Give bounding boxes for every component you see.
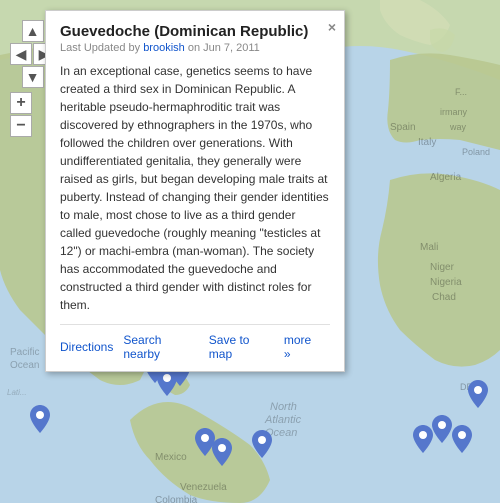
svg-text:Nigeria: Nigeria [430,277,462,288]
meta-user-link[interactable]: brookish [143,42,185,54]
svg-text:Atlantic: Atlantic [264,414,302,426]
svg-text:Mexico: Mexico [155,452,187,463]
svg-text:Spain: Spain [390,122,416,133]
close-button[interactable]: × [328,19,336,35]
svg-text:way: way [449,122,467,132]
info-meta: Last Updated by brookish on Jun 7, 2011 [60,42,330,54]
svg-text:Italy: Italy [418,137,436,148]
save-to-map-link[interactable]: Save to map [209,333,274,361]
map-marker[interactable] [432,415,452,446]
svg-text:F...: F... [455,87,467,97]
svg-text:Colombia: Colombia [155,495,198,503]
map-marker[interactable] [30,405,50,436]
info-actions: Directions Search nearby Save to map mor… [60,324,330,361]
svg-text:Mali: Mali [420,242,438,253]
search-nearby-link[interactable]: Search nearby [123,333,198,361]
svg-text:Niger: Niger [430,262,455,273]
more-link[interactable]: more » [284,333,320,361]
svg-text:Pacific: Pacific [10,347,39,358]
svg-text:Algeria: Algeria [430,172,462,183]
pan-down-button[interactable]: ▼ [22,66,44,88]
map-marker[interactable] [212,438,232,469]
map-marker[interactable] [452,425,472,456]
svg-text:North: North [270,401,297,413]
info-title: Guevedoche (Dominican Republic) [60,23,330,40]
svg-text:irmany: irmany [440,107,468,117]
meta-prefix: Last Updated by [60,42,140,54]
svg-text:Venezuela: Venezuela [180,482,227,493]
zoom-out-button[interactable]: − [10,115,32,137]
pan-left-button[interactable]: ◀ [10,43,32,65]
meta-date-text: on Jun 7, 2011 [188,42,260,54]
zoom-in-button[interactable]: + [10,92,32,114]
map-marker[interactable] [413,425,433,456]
pan-up-button[interactable]: ▲ [22,20,44,42]
svg-text:Chad: Chad [432,292,456,303]
info-panel: × Guevedoche (Dominican Republic) Last U… [45,10,345,372]
svg-text:Lati...: Lati... [7,388,27,397]
info-body: In an exceptional case, genetics seems t… [60,62,330,314]
svg-text:Poland: Poland [462,147,490,157]
svg-text:Ocean: Ocean [10,360,39,371]
map-marker[interactable] [468,380,488,411]
directions-link[interactable]: Directions [60,340,113,354]
map-marker[interactable] [252,430,272,461]
